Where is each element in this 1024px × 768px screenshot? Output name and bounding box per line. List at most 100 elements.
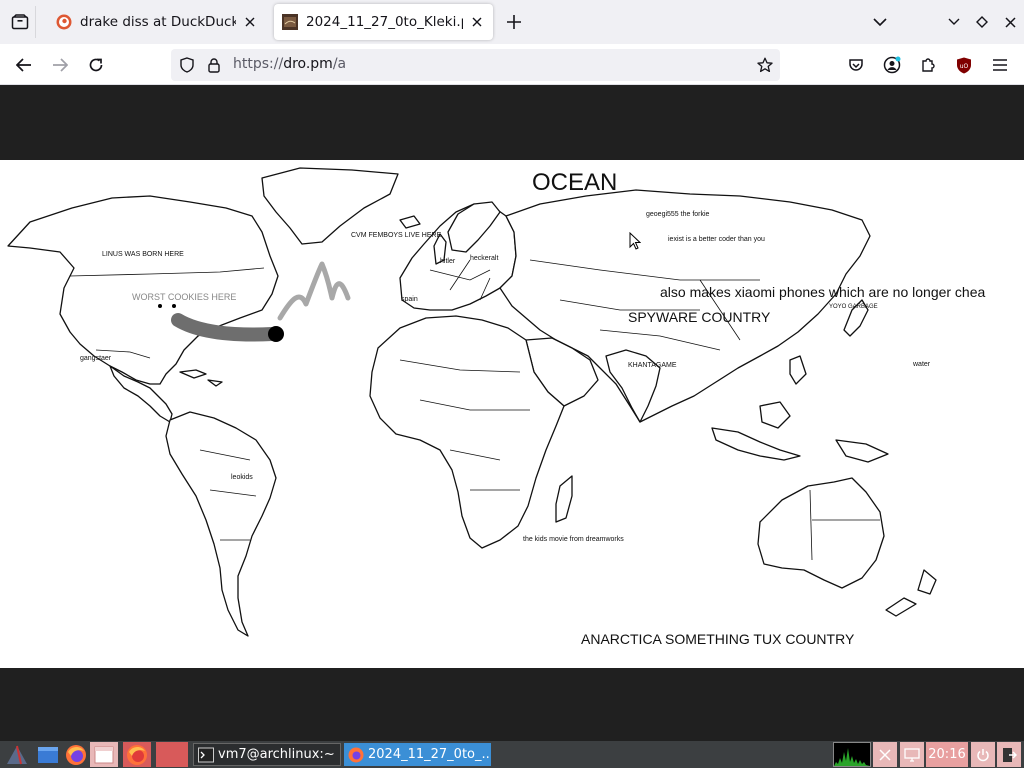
indonesia-shape [711,427,801,461]
duckduckgo-icon [56,14,72,30]
url-scheme: https:// [233,56,284,72]
chevron-down-icon [873,18,887,27]
cpu-graph [834,747,870,766]
tab-strip: drake diss at DuckDuckGo 2024_11_27_0to_… [0,0,1024,44]
forward-button[interactable] [47,52,73,78]
map-label-antarctica: ANARCTICA SOMETHING TUX COUNTRY [581,631,855,647]
minimize-icon [948,18,960,25]
task-label: 2024_11_27_0to_... [368,747,491,762]
account-button[interactable] [879,52,905,78]
map-label-worst-cookies: WORST COOKIES HERE [132,292,237,302]
app-menu-button[interactable] [3,742,31,767]
firefox-icon [348,747,364,762]
firefox-icon [127,744,147,765]
window-icon [94,746,114,763]
star-bookmark-icon[interactable] [757,57,773,73]
tray-item-2[interactable] [900,742,924,767]
back-button[interactable] [11,52,37,78]
map-label-spyware: SPYWARE COUNTRY [628,309,771,325]
clock[interactable]: 20:16 [926,742,968,767]
map-label-gangstaer: gangstaer [80,355,112,362]
close-window-button[interactable] [1000,12,1020,32]
power-button[interactable] [971,742,995,767]
map-label-iexist: iexist is a better coder than you [668,236,765,243]
caribbean-islands-shape [179,369,223,387]
minimize-button[interactable] [944,12,964,32]
grey-squiggle-doodle [277,261,351,321]
map-label-cvm: CVM FEMBOYS LIVE HERE [351,232,442,239]
mouse-pointer-icon [629,232,641,250]
map-label-linus: LINUS WAS BORN HERE [102,251,184,258]
taskbar-task-firefox[interactable]: 2024_11_27_0to_... [344,743,491,766]
iceland-shape [399,215,421,229]
file-manager-launcher[interactable] [34,742,62,767]
network-icon [904,747,920,762]
tab-kleki-image[interactable]: 2024_11_27_0to_Kleki.png [274,4,493,40]
reload-icon [89,58,103,72]
cpu-graph-widget[interactable] [833,742,871,767]
maximize-button[interactable] [972,12,992,32]
url-host: dro.pm [283,56,333,72]
ublock-origin-button[interactable]: uO [951,52,977,78]
map-label-ocean: OCEAN [532,169,618,196]
firefox-view-icon [11,14,28,30]
tray-item[interactable] [873,742,897,767]
madagascar-shape [555,475,573,523]
taskbar-task-terminal[interactable]: vm7@archlinux:~ [193,743,341,766]
map-label-khantagame: KHANTAGAME [628,362,677,369]
pocket-button[interactable] [843,52,869,78]
tab-list-button[interactable] [870,12,890,32]
philippines-shape [789,355,807,385]
window-launcher[interactable] [90,742,118,767]
menu-button[interactable] [987,52,1013,78]
empty-launcher[interactable] [156,742,188,767]
australia-shape [757,477,885,589]
world-map-outline [7,167,937,637]
small-dot [158,304,162,308]
arrow-left-icon [16,58,31,72]
hamburger-menu-icon [993,59,1007,71]
image-thumbnail-icon [282,14,298,30]
arrow-right-icon [53,58,68,72]
reload-button[interactable] [83,52,109,78]
folder-icon [38,746,58,763]
image-viewer: OCEAN LINUS WAS BORN HERE WORST COOKIES … [0,85,1024,741]
shield-icon[interactable] [179,57,195,73]
map-label-hitler: hitler [440,258,456,265]
logout-icon [1003,747,1017,762]
map-label-geoegi: geoegi555 the forkie [646,211,710,218]
firefox-view-button[interactable] [4,6,36,38]
logout-button[interactable] [997,742,1021,767]
firefox-icon [66,744,86,765]
new-zealand-shape [885,569,937,617]
plus-icon [507,15,521,29]
url-text[interactable]: https://dro.pm/a [233,56,346,72]
close-icon [1004,16,1016,28]
terminal-icon [198,747,214,762]
close-icon[interactable] [469,14,485,30]
tray-icon [879,748,891,761]
firefox-launcher[interactable] [62,742,90,767]
ublock-origin-icon: uO [957,57,971,73]
map-label-xiaomi: also makes xiaomi phones which are no lo… [660,284,986,300]
firefox-launcher-2[interactable] [123,742,151,767]
map-label-water: water [913,361,931,368]
map-label-heckeralt: heckeralt [470,255,499,262]
tab-title: 2024_11_27_0to_Kleki.png [306,14,463,30]
lock-icon[interactable] [206,57,222,73]
close-icon[interactable] [242,14,258,30]
puzzle-piece-icon [922,58,935,72]
navigation-toolbar: https://dro.pm/a uO [0,44,1024,85]
svg-text:uO: uO [960,63,969,70]
address-bar[interactable]: https://dro.pm/a [171,49,780,81]
new-guinea-shape [835,439,889,463]
map-label-leokids: leokids [231,474,253,481]
map-label-spain: spain [401,296,418,303]
tab-duckduckgo[interactable]: drake diss at DuckDuckGo [48,4,266,40]
extensions-button[interactable] [915,52,941,78]
map-label-kids-movie: the kids movie from dreamworks [523,536,624,543]
new-tab-button[interactable] [502,10,526,34]
power-icon [977,748,989,761]
task-label: vm7@archlinux:~ [218,747,335,762]
small-dot [172,304,176,308]
